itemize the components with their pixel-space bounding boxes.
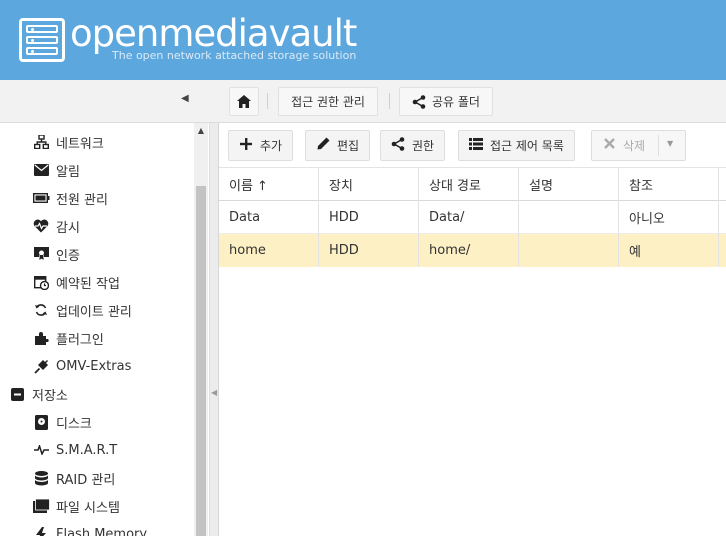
column-header-referenced[interactable]: 참조 (619, 168, 719, 201)
breadcrumb-shared-folders-label: 공유 폴더 (432, 95, 480, 109)
home-icon (237, 95, 251, 108)
envelope-icon (32, 162, 50, 178)
database-icon (32, 470, 50, 486)
cell-path: home/ (419, 234, 519, 267)
sidebar-item-label: 감시 (56, 220, 80, 236)
sidebar-item-label: 저장소 (32, 388, 68, 404)
column-header-name[interactable]: 이름 ↑ (219, 168, 319, 201)
collapse-minus-icon[interactable] (8, 386, 26, 402)
column-header-relative-path[interactable]: 상대 경로 (419, 168, 519, 201)
cell-description (519, 234, 619, 267)
sidebar-item-label: 플러그인 (56, 332, 104, 348)
sidebar-scrollbar-thumb[interactable] (196, 186, 206, 536)
logo-subtitle: The open network attached storage soluti… (112, 49, 357, 62)
cell-name: home (219, 234, 319, 267)
cell-referenced: 아니오 (619, 201, 719, 234)
plug-icon (32, 358, 50, 374)
certificate-icon (32, 246, 50, 262)
delete-dropdown-chevron-icon[interactable]: ▼ (667, 139, 673, 148)
cell-path: Data/ (419, 201, 519, 234)
cell-device: HDD (319, 234, 419, 267)
sidebar-section-storage[interactable]: 저장소 (8, 380, 202, 408)
cell-referenced: 예 (619, 234, 719, 267)
sidebar-item-label: 인증 (56, 248, 80, 264)
sidebar-item-label: OMV-Extras (56, 358, 132, 374)
delete-button[interactable]: 삭제 ▼ (591, 130, 686, 161)
privileges-button[interactable]: 권한 (380, 130, 446, 161)
sidebar-item-monitoring[interactable]: 감시 (32, 212, 209, 240)
column-header-description[interactable]: 설명 (519, 168, 619, 201)
breadcrumb: ◀ 접근 권한 관리 공유 폴더 (0, 80, 726, 123)
cell-description (519, 201, 619, 234)
sidebar-item-label: 파일 시스템 (56, 500, 120, 516)
refresh-icon (32, 302, 50, 318)
acl-button-label: 접근 제어 목록 (490, 139, 564, 153)
home-button[interactable] (229, 87, 259, 116)
table-row[interactable]: Data HDD Data/ 아니오 (219, 201, 726, 234)
sidebar-item-label: 전원 관리 (56, 192, 108, 208)
share-icon (391, 136, 405, 155)
privileges-button-label: 권한 (412, 139, 435, 153)
sidebar-item-power-management[interactable]: 전원 관리 (32, 184, 209, 212)
sidebar-item-file-systems[interactable]: 파일 시스템 (32, 492, 209, 520)
share-icon (412, 94, 426, 109)
sidebar-item-scheduled-jobs[interactable]: 예약된 작업 (32, 268, 209, 296)
add-button[interactable]: 추가 (228, 130, 294, 161)
breadcrumb-access-rights[interactable]: 접근 권한 관리 (278, 87, 378, 116)
sidebar-item-label: 예약된 작업 (56, 276, 120, 292)
breadcrumb-separator (389, 93, 390, 109)
logo-server-icon (19, 18, 65, 62)
sidebar-item-label: Flash Memory (56, 526, 148, 536)
table-row-selected[interactable]: home HDD home/ 예 (219, 234, 726, 267)
grid-toolbar: 추가 편집 권한 접근 제어 목록 삭제 ▼ (219, 123, 726, 168)
plus-icon (239, 137, 253, 154)
cell-name: Data (219, 201, 319, 234)
scroll-up-arrow-icon[interactable]: ▲ (194, 126, 208, 138)
sidebar-item-certificates[interactable]: 인증 (32, 240, 209, 268)
sidebar-item-disks[interactable]: 디스크 (32, 408, 209, 436)
sidebar-item-network[interactable]: 네트워크 (32, 128, 209, 156)
close-icon (602, 138, 616, 153)
acl-button[interactable]: 접근 제어 목록 (458, 130, 575, 161)
sidebar-item-update-management[interactable]: 업데이트 관리 (32, 296, 209, 324)
sidebar-item-notification[interactable]: 알림 (32, 156, 209, 184)
disk-icon (32, 414, 50, 430)
app-header: openmediavault The open network attached… (0, 0, 726, 80)
add-button-label: 추가 (260, 139, 283, 153)
panel-splitter[interactable] (210, 123, 219, 536)
sidebar-item-label: 업데이트 관리 (56, 304, 132, 320)
cell-device: HDD (319, 201, 419, 234)
sidebar-item-label: 디스크 (56, 416, 92, 432)
sidebar-item-label: RAID 관리 (56, 472, 116, 488)
pencil-icon (316, 137, 330, 154)
battery-icon (32, 190, 50, 206)
edit-button[interactable]: 편집 (305, 130, 371, 161)
heartbeat-icon (32, 218, 50, 234)
sidebar-item-smart[interactable]: S.M.A.R.T (32, 436, 209, 464)
grid-header: 이름 ↑ 장치 상대 경로 설명 참조 (219, 168, 726, 201)
breadcrumb-separator (267, 93, 268, 109)
delete-button-label: 삭제 (623, 139, 646, 153)
puzzle-icon (32, 330, 50, 346)
edit-button-label: 편집 (337, 139, 360, 153)
list-icon (469, 137, 483, 154)
sidebar-item-label: 네트워크 (56, 136, 104, 152)
breadcrumb-shared-folders[interactable]: 공유 폴더 (399, 87, 493, 116)
column-header-device[interactable]: 장치 (319, 168, 419, 201)
sidebar-item-omv-extras[interactable]: OMV-Extras (32, 352, 209, 380)
sidebar-item-label: 알림 (56, 164, 80, 180)
sidebar-item-label: S.M.A.R.T (56, 442, 118, 458)
flash-icon (32, 526, 50, 536)
sidebar-item-raid-management[interactable]: RAID 관리 (32, 464, 209, 492)
network-icon (32, 134, 50, 150)
folder-icon (32, 498, 50, 514)
pulse-icon (32, 442, 50, 458)
calendar-clock-icon (32, 274, 50, 290)
sidebar-item-plugins[interactable]: 플러그인 (32, 324, 209, 352)
sidebar-item-flash-memory[interactable]: Flash Memory (32, 520, 209, 536)
splitter-collapse-icon[interactable]: ◀ (211, 388, 217, 397)
app-window: openmediavault The open network attached… (0, 0, 726, 536)
sidebar: 네트워크 알림 전원 관리 감시 인증 예약된 작업 업데이트 관리 플러그인 … (0, 123, 210, 536)
collapse-sidebar-icon[interactable]: ◀ (181, 93, 193, 107)
